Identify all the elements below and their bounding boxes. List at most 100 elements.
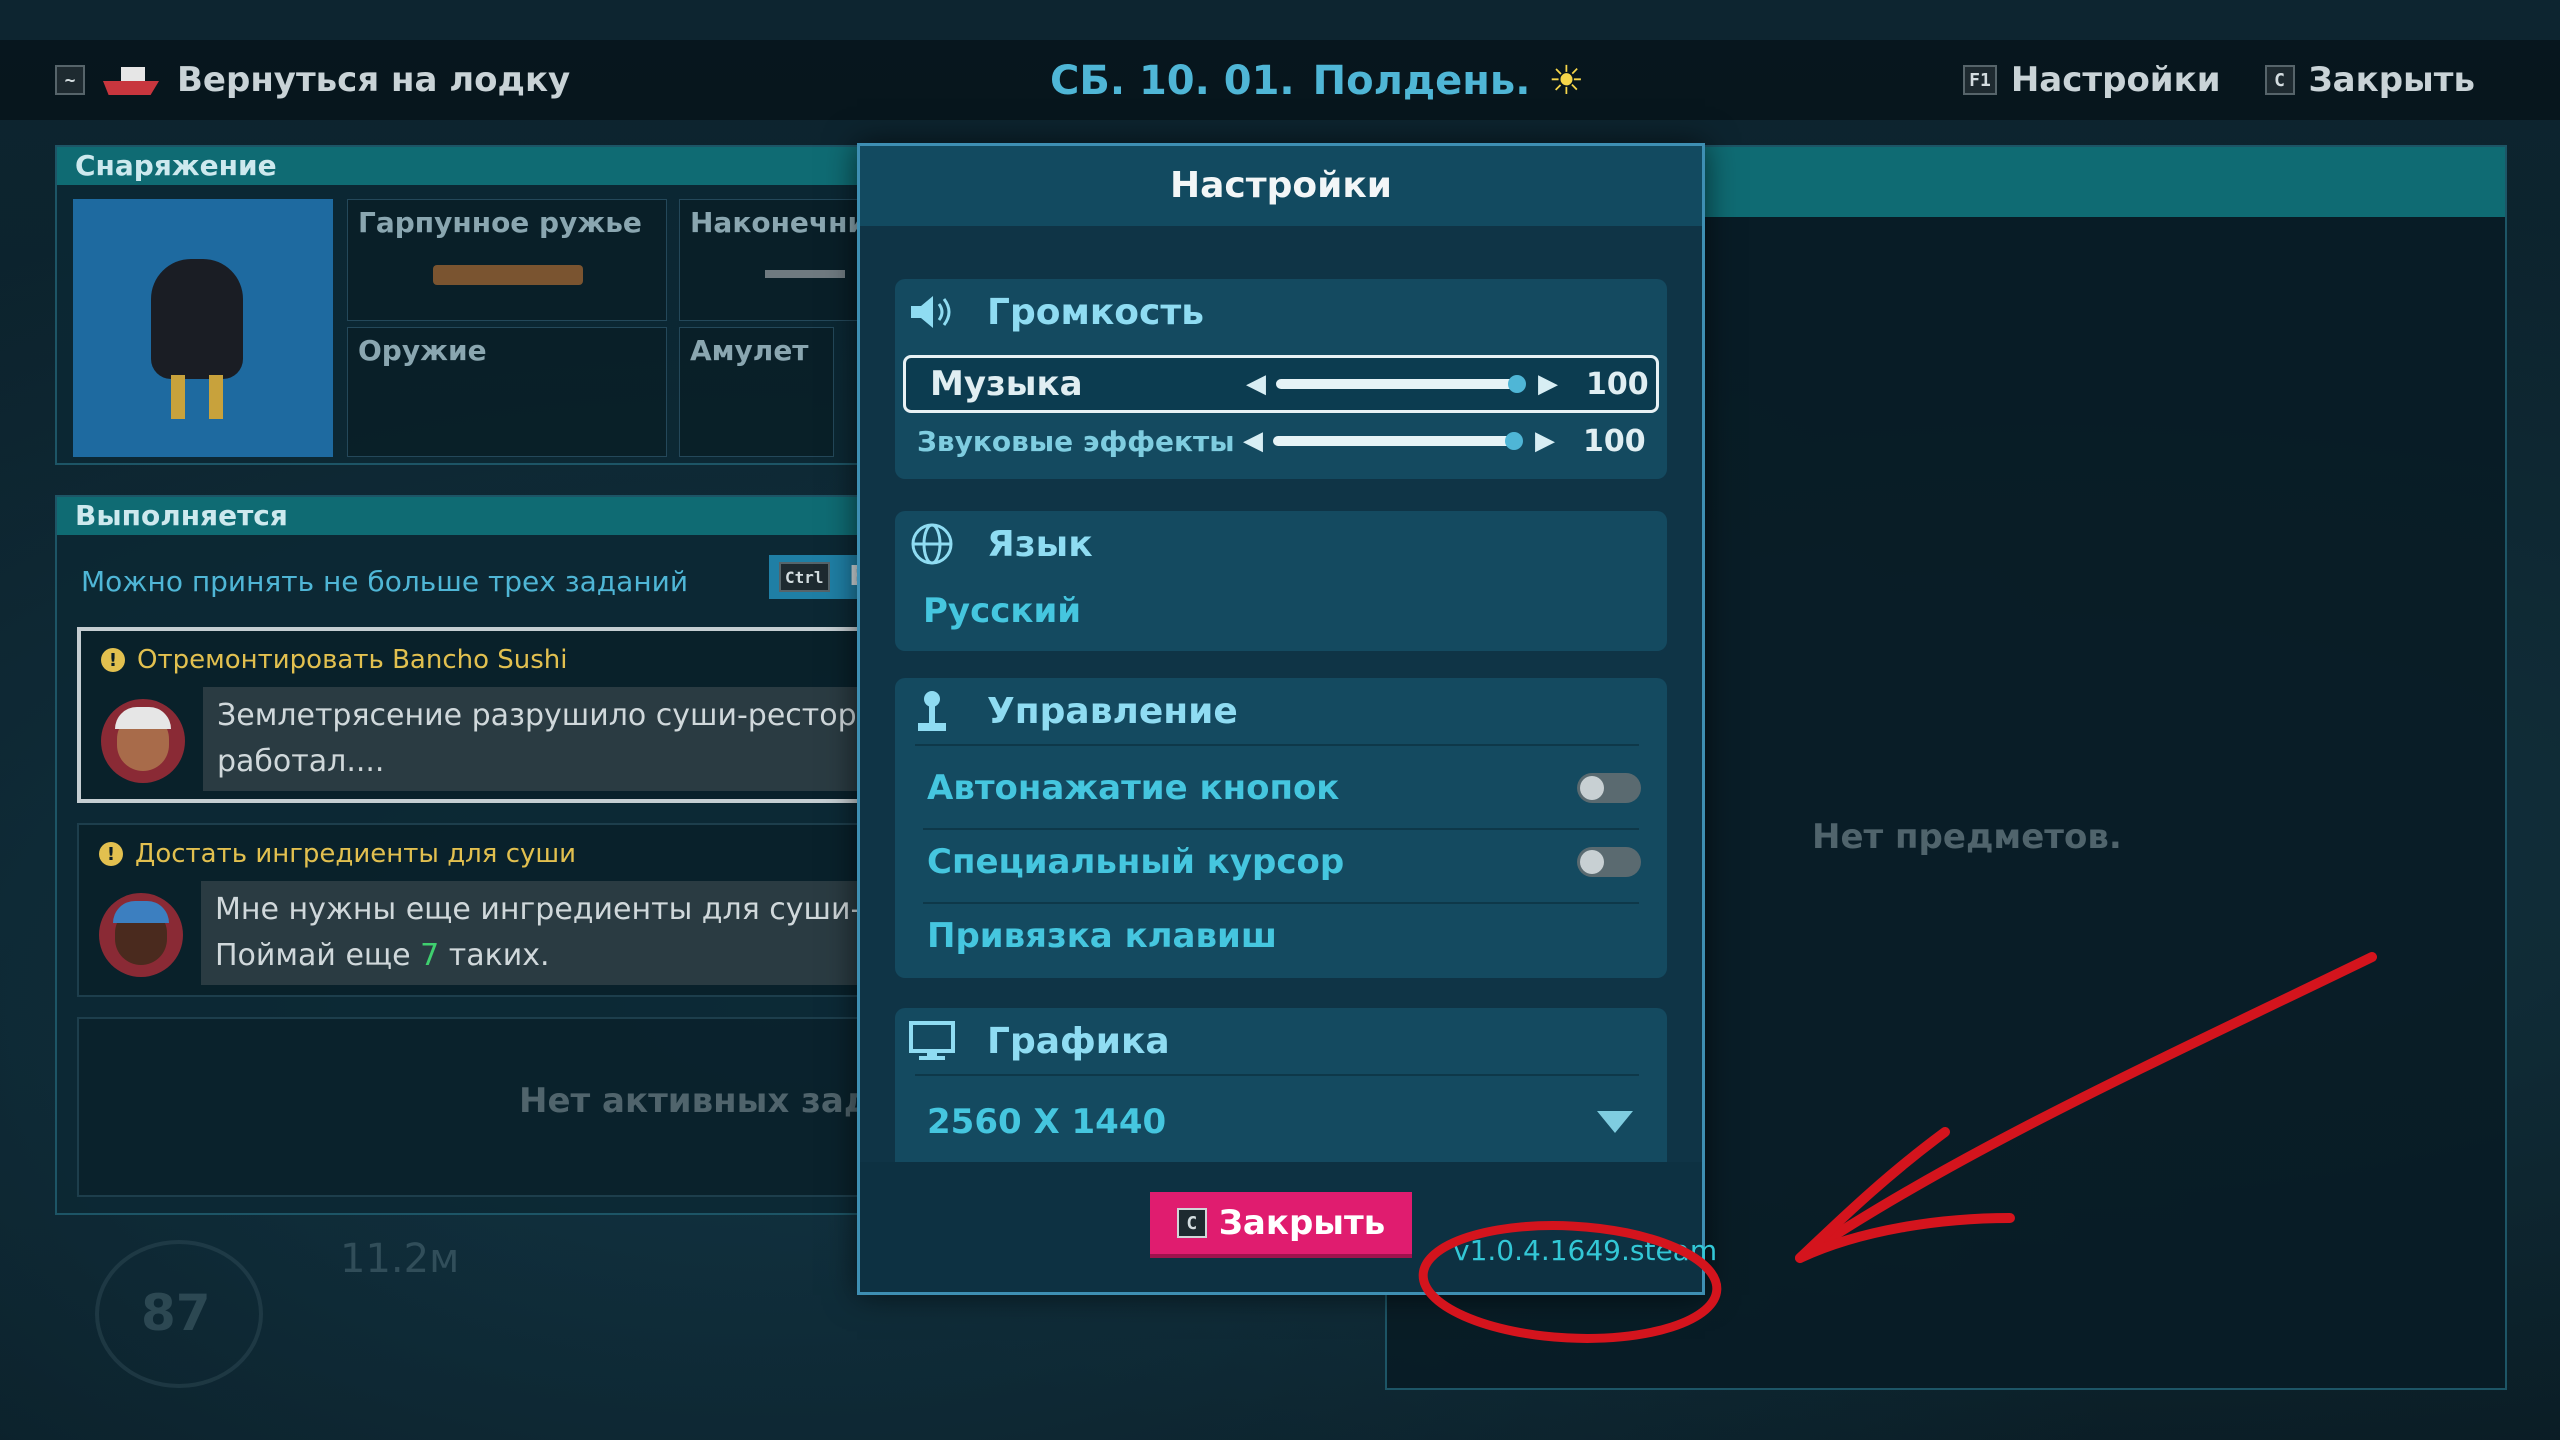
slider-knob[interactable] [1505, 432, 1523, 450]
decrease-arrow-icon[interactable]: ◀ [1243, 426, 1263, 456]
quest-desc-line: работал.... [217, 744, 385, 779]
graphics-header-label: Графика [987, 1020, 1170, 1062]
quest-description: Мне нужны еще ингредиенты для суши-ба По… [201, 881, 925, 985]
auto-press-toggle[interactable] [1577, 773, 1641, 803]
quest-title: ! Отремонтировать Bancho Sushi [101, 645, 568, 675]
f1-key-hint: F1 [1963, 65, 1997, 95]
globe-icon [909, 521, 955, 567]
ctrl-key-hint: Ctrl [779, 562, 830, 592]
quest-desc-text: таких. [439, 938, 550, 973]
slot-amulet[interactable]: Амулет [679, 327, 834, 457]
exclamation-icon: ! [99, 842, 123, 866]
tilde-key-hint: ~ [55, 65, 85, 95]
sfx-volume-row[interactable]: Звуковые эффекты ◀ ▶ 100 [903, 415, 1659, 467]
keybinds-label: Привязка клавиш [927, 916, 1277, 956]
settings-button[interactable]: Настройки [2011, 60, 2221, 100]
quest-limit-note: Можно принять не больше трех заданий [81, 565, 689, 598]
resolution-value: 2560 X 1440 [927, 1102, 1167, 1142]
date-time: СБ. 10. 01. Полдень. ☀ [1050, 58, 1584, 104]
harpoon-tip-icon [765, 270, 845, 278]
decrease-arrow-icon[interactable]: ◀ [1246, 369, 1266, 399]
sfx-slider[interactable] [1273, 432, 1523, 450]
quest-desc-line: Землетрясение разрушило суши-ресторан [217, 698, 895, 733]
monitor-icon [909, 1018, 955, 1064]
divider [915, 744, 1639, 746]
depth-gauge: 87 [95, 1240, 263, 1388]
language-select[interactable]: Русский [903, 585, 1659, 637]
divider [923, 902, 1639, 904]
special-cursor-row[interactable]: Специальный курсор [903, 836, 1659, 888]
music-slider[interactable] [1276, 375, 1526, 393]
language-section: Язык Русский [895, 511, 1667, 651]
slider-knob[interactable] [1508, 375, 1526, 393]
avatar [101, 699, 185, 783]
sun-icon: ☀ [1548, 58, 1585, 104]
music-label: Музыка [930, 364, 1083, 404]
increase-arrow-icon[interactable]: ▶ [1535, 426, 1555, 456]
volume-header: Громкость [895, 279, 1667, 345]
quest-card[interactable]: ! Достать ингредиенты для суши Мне нужны… [77, 823, 927, 997]
harpoon-gun-icon [433, 265, 583, 285]
special-cursor-label: Специальный курсор [927, 842, 1345, 882]
resolution-dropdown[interactable]: 2560 X 1440 [903, 1096, 1659, 1148]
controls-header: Управление [895, 678, 1667, 744]
graphics-section: Графика 2560 X 1440 [895, 1008, 1667, 1173]
increase-arrow-icon[interactable]: ▶ [1538, 369, 1558, 399]
no-active-quests: Нет активных задан [77, 1017, 927, 1197]
auto-press-row[interactable]: Автонажатие кнопок [903, 762, 1659, 814]
sfx-label: Звуковые эффекты [917, 424, 1235, 458]
settings-dialog: Настройки Громкость Музыка ◀ ▶ 100 Звуко… [857, 143, 1717, 1295]
joystick-icon [909, 688, 955, 734]
quest-count: 7 [420, 938, 440, 973]
special-cursor-toggle[interactable] [1577, 847, 1641, 877]
quest-desc-line: Поймай еще 7 таких. [215, 933, 911, 979]
equipment-panel: Снаряжение Гарпунное ружье Наконечник Ор… [55, 145, 935, 465]
diver-portrait [73, 199, 333, 457]
quest-title-text: Отремонтировать Bancho Sushi [137, 645, 568, 675]
divider [915, 1074, 1639, 1076]
speaker-icon [909, 289, 955, 335]
keybinds-button[interactable]: Привязка клавиш [903, 910, 1659, 962]
quest-description: Землетрясение разрушило суши-ресторан ра… [203, 687, 923, 791]
slot-weapon[interactable]: Оружие [347, 327, 667, 457]
date-label: СБ. 10. 01. [1050, 58, 1295, 104]
music-value: 100 [1586, 366, 1649, 402]
top-right-actions: F1 Настройки C Закрыть [1963, 60, 2475, 100]
time-of-day-label: Полдень. [1312, 58, 1531, 104]
settings-title: Настройки [860, 146, 1702, 226]
music-volume-row[interactable]: Музыка ◀ ▶ 100 [903, 355, 1659, 413]
slot-label: Оружие [358, 334, 487, 367]
back-to-boat-button[interactable]: ~ Вернуться на лодку [55, 60, 570, 100]
version-label: v1.0.4.1649.steam [1453, 1234, 1718, 1267]
settings-footer: C Закрыть v1.0.4.1649.steam [860, 1162, 1717, 1292]
distance-readout: 11.2м [340, 1236, 460, 1282]
quests-panel: Выполняется Можно принять не больше трех… [55, 495, 935, 1215]
volume-section: Громкость Музыка ◀ ▶ 100 Звуковые эффект… [895, 279, 1667, 479]
exclamation-icon: ! [101, 648, 125, 672]
close-settings-label: Закрыть [1218, 1203, 1386, 1243]
graphics-header: Графика [895, 1008, 1667, 1074]
c-key-hint: C [2264, 65, 2295, 95]
inventory-empty-label: Нет предметов. [1812, 817, 2122, 857]
c-key-hint: C [1176, 1208, 1207, 1238]
quest-title-text: Достать ингредиенты для суши [135, 839, 577, 869]
divider [923, 828, 1639, 830]
controls-header-label: Управление [987, 690, 1238, 732]
language-header: Язык [895, 511, 1667, 577]
sfx-value: 100 [1583, 423, 1646, 459]
chevron-down-icon[interactable] [1597, 1111, 1633, 1133]
quests-title: Выполняется [57, 497, 933, 535]
language-value: Русский [923, 591, 1082, 631]
slot-harpoon-gun[interactable]: Гарпунное ружье [347, 199, 667, 321]
boat-icon [103, 65, 159, 95]
quest-title: ! Достать ингредиенты для суши [99, 839, 576, 869]
auto-press-label: Автонажатие кнопок [927, 768, 1340, 808]
quest-desc-line: Мне нужны еще ингредиенты для суши-ба [215, 892, 899, 927]
slot-label: Гарпунное ружье [358, 206, 642, 239]
slot-label: Амулет [690, 334, 809, 367]
close-settings-button[interactable]: C Закрыть [1150, 1192, 1412, 1258]
close-button-top[interactable]: Закрыть [2309, 60, 2475, 100]
quest-card[interactable]: ! Отремонтировать Bancho Sushi Землетряс… [77, 627, 927, 803]
back-to-boat-label: Вернуться на лодку [177, 60, 571, 100]
quest-desc-text: Поймай еще [215, 938, 421, 973]
